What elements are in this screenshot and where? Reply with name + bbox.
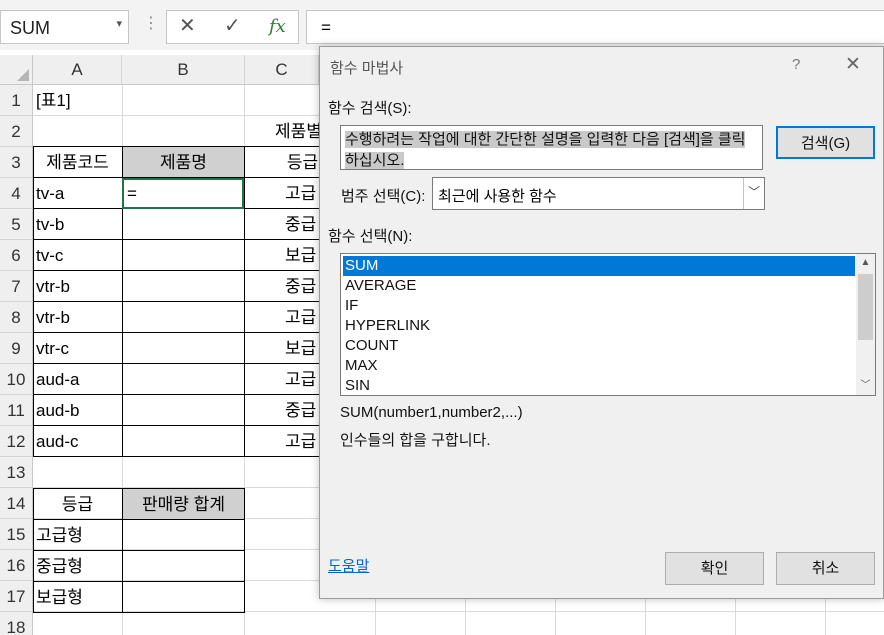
function-description: 인수들의 합을 구합니다. — [340, 432, 491, 449]
active-cell[interactable]: = — [122, 178, 244, 209]
help-link[interactable]: 도움말 — [328, 555, 369, 576]
row-header[interactable]: 12 — [0, 426, 33, 457]
function-label: 함수 선택(N): — [328, 228, 413, 245]
summary-grade-cell[interactable]: 고급형 — [33, 520, 122, 551]
grade-cell[interactable]: 고급 — [282, 302, 319, 333]
formula-text: = — [321, 18, 331, 37]
row-header[interactable]: 2 — [0, 116, 33, 147]
header-product-name[interactable]: 제품명 — [123, 147, 244, 178]
grade-cell[interactable]: 보급 — [282, 240, 319, 271]
dialog-title: 함수 마법사 — [330, 60, 404, 77]
function-wizard-dialog: 함수 마법사 ? ✕ 함수 검색(S): 수행하려는 작업에 대한 간단한 설명… — [319, 46, 884, 599]
function-list[interactable]: SUM AVERAGE IF HYPERLINK COUNT MAX SIN ▲… — [340, 253, 876, 396]
formula-input[interactable]: = — [306, 10, 884, 44]
row-header[interactable]: 1 — [0, 85, 33, 116]
row-header[interactable]: 7 — [0, 271, 33, 302]
product-code-cell[interactable]: tv-a — [33, 178, 122, 209]
grade-cell[interactable]: 고급 — [282, 364, 319, 395]
search-text: 수행하려는 작업에 대한 간단한 설명을 입력한 다음 [검색]을 클릭하십시오… — [345, 131, 746, 169]
function-signature: SUM(number1,number2,...) — [340, 404, 523, 421]
product-code-cell[interactable]: aud-a — [33, 364, 122, 395]
function-search-input[interactable]: 수행하려는 작업에 대한 간단한 설명을 입력한 다음 [검색]을 클릭하십시오… — [340, 125, 763, 170]
function-item-if[interactable]: IF — [343, 296, 855, 316]
row-header[interactable]: 18 — [0, 612, 33, 635]
summary-header-grade[interactable]: 등급 — [33, 489, 122, 520]
close-icon[interactable]: ✕ — [845, 53, 861, 76]
grade-cell[interactable]: 고급 — [282, 178, 319, 209]
product-code-cell[interactable]: tv-c — [33, 240, 122, 271]
drag-handle-icon[interactable]: ⋮ — [143, 13, 159, 32]
column-header-c[interactable]: C — [245, 55, 319, 85]
category-select[interactable]: 최근에 사용한 함수 ﹀ — [432, 177, 765, 210]
function-item-hyperlink[interactable]: HYPERLINK — [343, 316, 855, 336]
grade-cell[interactable]: 중급 — [282, 271, 319, 302]
product-code-cell[interactable]: vtr-b — [33, 302, 122, 333]
grade-cell[interactable]: 중급 — [282, 209, 319, 240]
product-code-cell[interactable]: tv-b — [33, 209, 122, 240]
cancel-icon[interactable]: ✕ — [179, 13, 196, 37]
scroll-down-icon[interactable]: ﹀ — [856, 377, 875, 395]
function-item-sin[interactable]: SIN — [343, 376, 855, 396]
column-header-b[interactable]: B — [122, 55, 245, 85]
cancel-button[interactable]: 취소 — [776, 552, 875, 585]
function-list-scrollbar[interactable]: ▲ ﹀ — [856, 254, 875, 395]
column-header-a[interactable]: A — [33, 55, 122, 85]
row-header[interactable]: 8 — [0, 302, 33, 333]
scroll-up-icon[interactable]: ▲ — [856, 254, 875, 272]
row-header[interactable]: 11 — [0, 395, 33, 426]
function-item-average[interactable]: AVERAGE — [343, 276, 855, 296]
chevron-down-icon[interactable]: ﹀ — [743, 178, 764, 209]
name-box-value: SUM — [10, 18, 50, 38]
summary-grade-cell[interactable]: 보급형 — [33, 582, 122, 613]
row-header[interactable]: 17 — [0, 581, 33, 612]
search-button[interactable]: 검색(G) — [776, 126, 875, 159]
grade-cell[interactable]: 고급 — [282, 426, 319, 457]
row-header[interactable]: 4 — [0, 178, 33, 209]
row-header[interactable]: 3 — [0, 147, 33, 178]
row-header[interactable]: 13 — [0, 457, 33, 488]
function-item-count[interactable]: COUNT — [343, 336, 855, 356]
insert-function-icon[interactable]: fx — [269, 16, 286, 37]
row-header[interactable]: 10 — [0, 364, 33, 395]
row-header[interactable]: 16 — [0, 550, 33, 581]
name-box-dropdown-icon[interactable]: ▾ — [116, 17, 122, 30]
sheet-title[interactable]: 제품별 — [272, 116, 319, 147]
product-code-cell[interactable]: aud-c — [33, 426, 122, 457]
help-icon[interactable]: ? — [792, 56, 800, 73]
scroll-thumb[interactable] — [858, 274, 873, 340]
summary-header-total[interactable]: 판매량 합계 — [123, 489, 244, 520]
grade-cell[interactable]: 보급 — [282, 333, 319, 364]
ok-button[interactable]: 확인 — [665, 552, 764, 585]
name-box[interactable]: SUM ▾ — [0, 10, 129, 44]
row-header[interactable]: 14 — [0, 488, 33, 519]
cell-a1[interactable]: [표1] — [33, 85, 122, 116]
formula-bar-buttons: ✕ ✓ fx — [166, 10, 299, 44]
row-header[interactable]: 6 — [0, 240, 33, 271]
formula-bar: SUM ▾ ⋮ ✕ ✓ fx = — [0, 0, 884, 50]
product-code-cell[interactable]: vtr-c — [33, 333, 122, 364]
product-code-cell[interactable]: vtr-b — [33, 271, 122, 302]
row-header[interactable]: 9 — [0, 333, 33, 364]
row-header[interactable]: 5 — [0, 209, 33, 240]
function-item-sum[interactable]: SUM — [343, 256, 855, 276]
select-all-corner[interactable] — [0, 55, 33, 85]
row-header[interactable]: 15 — [0, 519, 33, 550]
product-code-cell[interactable]: aud-b — [33, 395, 122, 426]
header-product-code[interactable]: 제품코드 — [33, 147, 122, 178]
function-item-max[interactable]: MAX — [343, 356, 855, 376]
summary-grade-cell[interactable]: 중급형 — [33, 551, 122, 582]
search-label: 함수 검색(S): — [328, 100, 412, 117]
grade-cell[interactable]: 중급 — [282, 395, 319, 426]
enter-icon[interactable]: ✓ — [224, 13, 241, 37]
category-label: 범주 선택(C): — [341, 188, 426, 205]
category-value: 최근에 사용한 함수 — [438, 188, 557, 205]
